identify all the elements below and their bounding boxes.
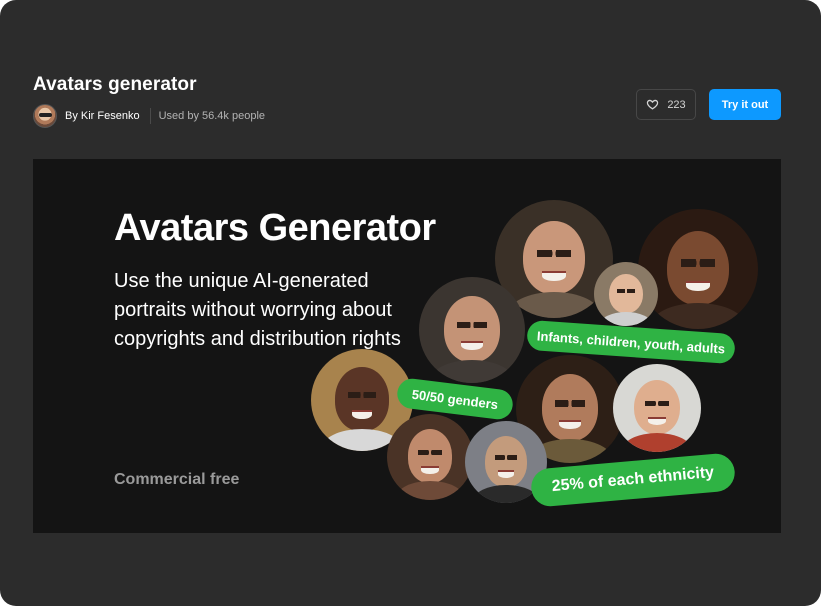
usage-count: Used by 56.4k people	[158, 110, 266, 122]
page-title: Avatars generator	[33, 74, 197, 95]
portrait-woman-2	[638, 209, 758, 329]
try-it-out-button[interactable]: Try it out	[709, 89, 781, 120]
banner-title: Avatars Generator	[114, 207, 436, 249]
author-avatar[interactable]	[33, 104, 57, 128]
like-button[interactable]: 223	[636, 89, 696, 120]
author-meta: By Kir Fesenko Used by 56.4k people	[33, 104, 265, 128]
portrait-boy-2	[613, 364, 701, 452]
banner-subtitle: Use the unique AI-generated portraits wi…	[114, 270, 401, 350]
like-count: 223	[667, 98, 686, 111]
plugin-window: Avatars generator By Kir Fesenko Used by…	[0, 0, 821, 606]
portrait-woman-5	[387, 414, 473, 500]
portrait-woman-3	[419, 277, 525, 383]
banner-footer: Commercial free	[114, 471, 240, 488]
portrait-boy-1	[594, 262, 658, 326]
tag-genders: 50/50 genders	[395, 377, 515, 421]
author-name[interactable]: By Kir Fesenko	[65, 110, 140, 122]
meta-divider	[149, 108, 151, 124]
cover-banner: Avatars Generator Use the unique AI-gene…	[33, 159, 781, 533]
heart-icon	[647, 99, 659, 110]
